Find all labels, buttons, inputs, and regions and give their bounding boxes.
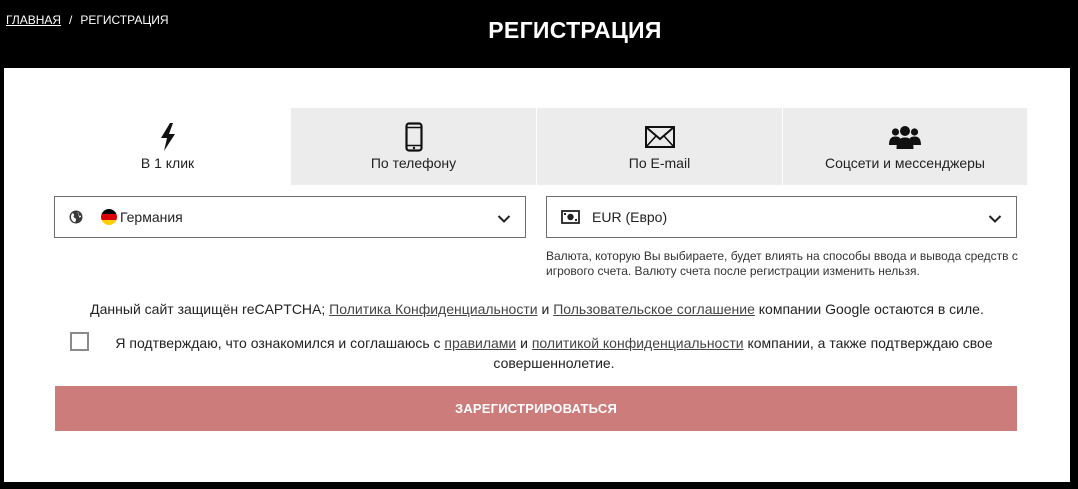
privacy-link[interactable]: политикой конфиденциальности — [532, 335, 744, 351]
phone-icon — [397, 122, 431, 152]
tab-label: По телефону — [370, 155, 457, 171]
banknote-icon — [561, 210, 580, 229]
tab-one-click[interactable]: В 1 клик — [45, 108, 290, 185]
registration-tabs: В 1 клик По телефону По E-mail Соцсети и… — [45, 108, 1027, 185]
tab-label: В 1 клик — [140, 155, 195, 171]
currency-hint: Валюта, которую Вы выбираете, будет влия… — [546, 249, 1018, 278]
tab-social[interactable]: Соцсети и мессенджеры — [782, 108, 1027, 185]
confirm-and: и — [516, 335, 532, 351]
register-button[interactable]: ЗАРЕГИСТРИРОВАТЬСЯ — [55, 386, 1017, 431]
lightning-icon — [151, 122, 185, 152]
recaptcha-notice: Данный сайт защищён reCAPTCHA; Политика … — [4, 301, 1070, 317]
currency-value: EUR (Евро) — [592, 209, 668, 225]
confirm-prefix: Я подтверждаю, что ознакомился и соглаша… — [115, 335, 445, 351]
country-value: Германия — [120, 209, 183, 225]
registration-card: В 1 клик По телефону По E-mail Соцсети и… — [4, 68, 1070, 482]
users-icon — [888, 122, 922, 152]
globe-icon — [69, 210, 83, 229]
confirm-text: Я подтверждаю, что ознакомился и соглаша… — [99, 333, 1009, 373]
country-select[interactable]: Германия — [54, 196, 526, 238]
tab-phone[interactable]: По телефону — [290, 108, 536, 185]
recaptcha-and: и — [537, 301, 554, 317]
terms-link[interactable]: Пользовательское соглашение — [553, 301, 755, 317]
tab-email[interactable]: По E-mail — [536, 108, 782, 185]
chevron-down-icon — [988, 211, 1002, 229]
tab-label: Соцсети и мессенджеры — [824, 155, 985, 171]
envelope-icon — [643, 122, 677, 152]
recaptcha-prefix: Данный сайт защищён reCAPTCHA; — [90, 301, 330, 317]
age-confirm-checkbox[interactable] — [70, 332, 89, 351]
privacy-policy-link[interactable]: Политика Конфиденциальности — [329, 301, 537, 317]
page-title: РЕГИСТРАЦИЯ — [488, 17, 662, 43]
header: ГЛАВНАЯ / РЕГИСТРАЦИЯ РЕГИСТРАЦИЯ — [0, 0, 1078, 68]
tab-label: По E-mail — [628, 155, 691, 171]
germany-flag-icon — [101, 209, 117, 225]
rules-link[interactable]: правилами — [444, 335, 516, 351]
recaptcha-suffix: компании Google остаются в силе. — [754, 301, 984, 317]
chevron-down-icon — [497, 211, 511, 229]
currency-select[interactable]: EUR (Евро) — [546, 196, 1017, 238]
